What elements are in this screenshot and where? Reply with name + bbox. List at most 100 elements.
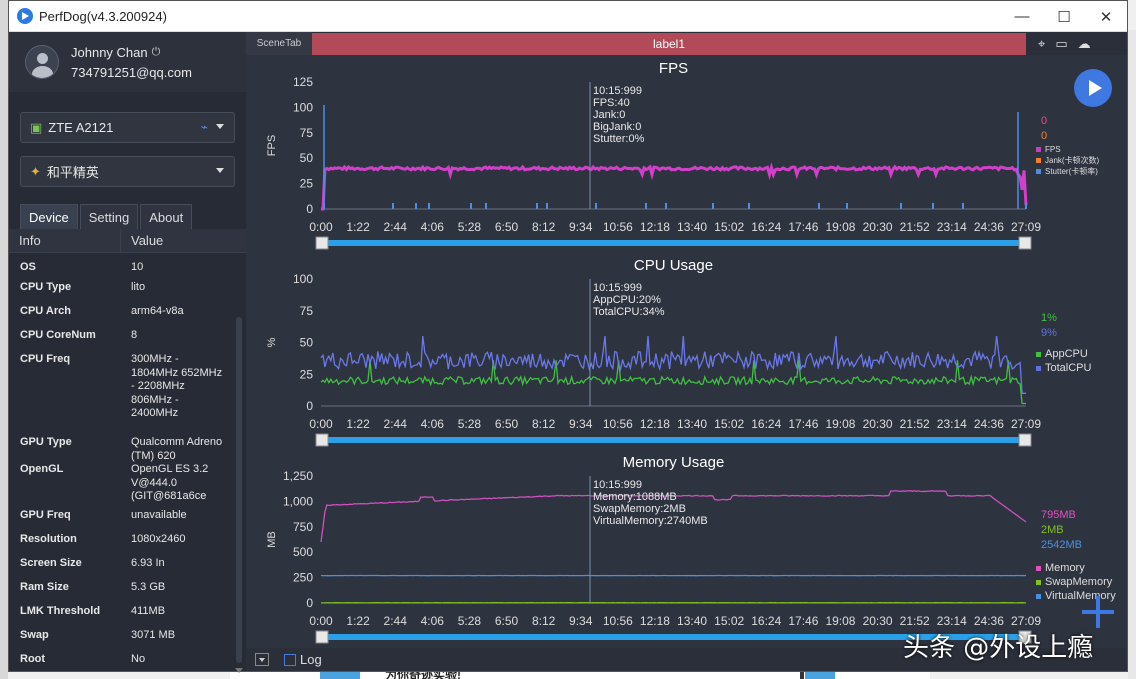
x-tick-label: 5:28 (458, 417, 482, 431)
y-tick-label: 500 (293, 545, 313, 559)
info-value: 5.3 GB (131, 581, 166, 593)
x-tick-label: 12:18 (640, 220, 670, 234)
legend-label: Stutter(卡顿率) (1045, 166, 1098, 176)
cursor-tooltip-line: Stutter:0% (593, 133, 645, 145)
info-value: 10 (131, 261, 144, 273)
legend-swatch (1036, 580, 1041, 585)
x-tick-label: 24:36 (974, 614, 1004, 628)
android-icon: ▣ (30, 119, 43, 135)
log-checkbox[interactable] (284, 653, 296, 666)
table-row: OS 10 (9, 253, 246, 277)
app-select-label: 和平精英 (46, 165, 99, 180)
x-tick-label: 5:28 (458, 614, 482, 628)
info-value: lito (131, 281, 146, 293)
tab-about[interactable]: About (140, 204, 193, 229)
cursor-tooltip-line: SwapMemory:2MB (593, 503, 686, 515)
y-tick-label: 25 (300, 177, 314, 191)
device-select[interactable]: ▣ ZTE A2121 ⌁ (20, 112, 235, 143)
chart-title: FPS (659, 60, 688, 77)
scroll-down-icon[interactable] (235, 668, 243, 673)
x-tick-label: 13:40 (677, 220, 707, 234)
scene-label-bar[interactable]: label1 (312, 32, 1026, 55)
info-value: OpenGL ES 3.2 V@444.0 (GIT@681a6ce (131, 463, 209, 502)
table-row: CPU CoreNum 8 (9, 325, 246, 349)
table-row: LMK Threshold 411MB (9, 601, 246, 625)
x-tick-label: 6:50 (495, 614, 519, 628)
x-tick-label: 9:34 (569, 417, 593, 431)
x-tick-label: 9:34 (569, 614, 593, 628)
x-tick-label: 15:02 (714, 220, 744, 234)
info-key: OpenGL (20, 463, 64, 475)
x-tick-label: 2:44 (384, 614, 408, 628)
x-tick-label: 27:09 (1011, 417, 1041, 431)
table-scrollbar[interactable] (235, 317, 243, 673)
chevron-down-icon (216, 124, 224, 129)
device-select-label: ZTE A2121 (48, 120, 114, 135)
slider-handle-right (1018, 433, 1032, 447)
location-icon[interactable]: ⌖ (1038, 36, 1045, 52)
charts-svg: FPSFPS12510075502500:00 1:22 2:44 4:06 5:28 6… (266, 60, 1116, 644)
desktop-right-edge (1128, 30, 1136, 679)
cursor-tooltip-line: TotalCPU:34% (593, 306, 665, 318)
user-profile: Johnny Chan ⏻ 734791251@qq.com (9, 32, 246, 92)
x-tick-label: 2:44 (384, 417, 408, 431)
table-row: Swap 3071 MB (9, 625, 246, 649)
app-select[interactable]: ✦ 和平精英 (20, 156, 235, 187)
maximize-button[interactable]: ☐ (1043, 1, 1085, 32)
y-tick-label: 75 (300, 126, 314, 140)
cursor-tooltip-line: FPS:40 (593, 97, 630, 109)
add-chart-button[interactable] (1082, 596, 1114, 628)
info-value: 6.93 In (131, 557, 165, 569)
current-value: 1% (1041, 312, 1057, 324)
y-tick-label: 125 (293, 75, 313, 89)
x-tick-label: 2:44 (384, 220, 408, 234)
table-row: GPU Type Qualcomm Adreno (TM) 620 (9, 432, 246, 462)
x-tick-label: 16:24 (751, 220, 781, 234)
chart-title: Memory Usage (623, 454, 725, 471)
x-tick-label: 19:08 (825, 614, 855, 628)
x-tick-label: 23:14 (937, 220, 967, 234)
x-tick-label: 19:08 (825, 220, 855, 234)
x-tick-label: 16:24 (751, 417, 781, 431)
charts-area: FPS FPS 125 100 75 50 25 0 0:00 1:22 2:44 4:06 5:28 6… (246, 55, 1127, 648)
tab-device[interactable]: Device (20, 204, 78, 229)
cursor-tooltip-line: 10:15:999 (593, 479, 642, 491)
x-tick-label: 16:24 (751, 614, 781, 628)
user-name: Johnny Chan (71, 44, 148, 60)
legend-swatch (1036, 352, 1041, 357)
avatar[interactable] (25, 45, 59, 79)
x-tick-label: 20:30 (863, 417, 893, 431)
tab-setting[interactable]: Setting (79, 204, 139, 229)
scene-tab[interactable]: SceneTab (246, 32, 312, 55)
info-key: CPU Type (20, 281, 72, 293)
power-icon[interactable]: ⏻ (152, 46, 161, 59)
expand-toggle-icon[interactable] (255, 653, 269, 666)
current-value: 9% (1041, 327, 1057, 339)
x-tick-label: 12:18 (640, 417, 670, 431)
legend-label: FPS (1045, 145, 1061, 154)
y-tick-label: 250 (293, 571, 313, 585)
slider-handle-right (1018, 236, 1032, 250)
x-tick-label: 1:22 (346, 220, 370, 234)
cloud-icon[interactable]: ☁ (1078, 36, 1091, 52)
x-tick-label: 4:06 (421, 417, 445, 431)
cursor-tooltip-line: Memory:1088MB (593, 491, 677, 503)
info-key: CPU Freq (20, 353, 71, 365)
info-value: 411MB (131, 605, 166, 617)
x-tick-label: 20:30 (863, 614, 893, 628)
time-range-slider (321, 240, 1026, 246)
minimize-button[interactable]: — (1001, 1, 1043, 32)
y-axis-label: % (266, 337, 278, 347)
close-button[interactable]: ✕ (1085, 1, 1127, 32)
current-value: 795MB (1041, 509, 1076, 521)
legend-swatch (1036, 366, 1041, 371)
info-key: Screen Size (20, 557, 82, 569)
x-tick-label: 10:56 (603, 614, 633, 628)
game-icon: ✦ (30, 163, 41, 179)
play-button[interactable] (1074, 69, 1112, 107)
x-tick-label: 27:09 (1011, 220, 1041, 234)
info-value: 8 (131, 329, 138, 341)
x-tick-label: 20:30 (863, 220, 893, 234)
folder-icon[interactable]: ▭ (1055, 36, 1067, 52)
right-panel: SceneTab label1 ⌖ ▭ ☁ FPS FPS 125 100 75 50 25… (246, 32, 1127, 671)
